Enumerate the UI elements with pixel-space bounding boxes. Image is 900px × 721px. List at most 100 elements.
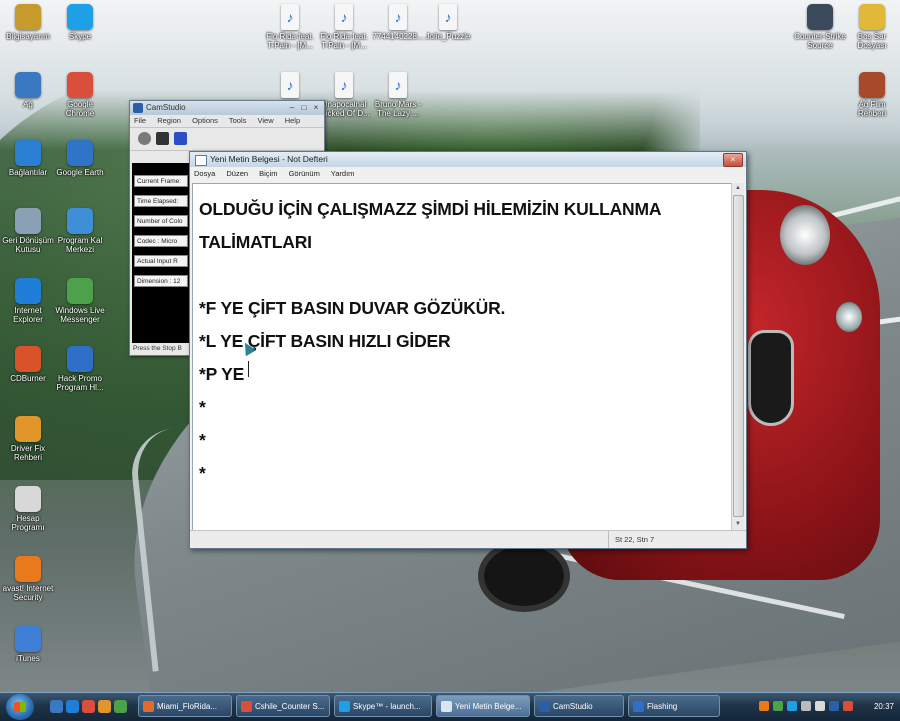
computer-icon <box>15 4 41 30</box>
desktop-icon[interactable]: Ağ <box>0 72 56 109</box>
camstudio-actual-input-rate: Actual Input R <box>134 255 188 267</box>
text-line: TALİMATLARI <box>199 232 312 252</box>
taskbar-button[interactable]: Flashing <box>628 695 720 717</box>
notepad-menubar: Dosya Düzen Biçim Görünüm Yardım <box>190 167 746 181</box>
camstudio-tray-icon[interactable] <box>829 701 839 711</box>
notepad-titlebar[interactable]: Yeni Metin Belgesi - Not Defteri × <box>190 152 746 167</box>
camstudio-time-elapsed: Time Elapsed: <box>134 195 188 207</box>
desktop-icon[interactable]: Bilgisayarım <box>0 4 56 41</box>
desktop-icon-label: Geri Dönüşüm Kutusu <box>2 236 54 254</box>
desktop-icon[interactable]: ♪ Bruno Mars - The Lazy ... <box>370 72 426 118</box>
desktop-icon[interactable]: Hesap Programı <box>0 486 56 532</box>
media-quicklaunch-icon[interactable] <box>98 700 111 713</box>
menu-options[interactable]: Options <box>192 116 218 125</box>
desktop-icon[interactable]: Driver Fix Rehberi <box>0 416 56 462</box>
audio-file-icon: ♪ <box>389 4 407 30</box>
scroll-up-icon[interactable]: ▲ <box>732 183 744 194</box>
desktop-icon-label: avast! Internet Security <box>2 584 54 602</box>
scroll-thumb[interactable] <box>733 195 744 517</box>
desktop-icon-label: iTunes <box>16 654 40 663</box>
notepad-window[interactable]: Yeni Metin Belgesi - Not Defteri × Dosya… <box>189 151 747 549</box>
text-line: * <box>199 430 206 450</box>
menu-yardim[interactable]: Yardım <box>331 169 355 178</box>
notepad-vertical-scrollbar[interactable]: ▲ ▼ <box>731 183 744 530</box>
pause-icon[interactable] <box>156 132 169 145</box>
audio-file-icon: ♪ <box>335 4 353 30</box>
desktop-icon[interactable]: ♪ 7744140228... <box>370 4 426 41</box>
menu-tools[interactable]: Tools <box>229 116 247 125</box>
desktop-icon-label: Flo Rida feat. T-Pain - [M... <box>266 32 314 50</box>
record-icon[interactable] <box>138 132 151 145</box>
menu-view[interactable]: View <box>257 116 273 125</box>
desktop-icon-label: Windows Live Messenger <box>55 306 105 324</box>
chrome-icon <box>241 701 252 712</box>
menu-duzen[interactable]: Düzen <box>226 169 248 178</box>
close-button[interactable]: × <box>723 153 743 167</box>
notepad-text-area[interactable]: OLDUĞU İÇİN ÇALIŞMAZZ ŞİMDİ HİLEMİZİN KU… <box>192 183 733 532</box>
desktop-icon[interactable]: Bağlantılar <box>0 140 56 177</box>
taskbar-button[interactable]: CamStudio <box>534 695 624 717</box>
menu-file[interactable]: File <box>134 116 146 125</box>
menu-region[interactable]: Region <box>157 116 181 125</box>
menu-help[interactable]: Help <box>285 116 300 125</box>
volume-tray-icon[interactable] <box>815 701 825 711</box>
desktop-icon[interactable]: Geri Dönüşüm Kutusu <box>0 208 56 254</box>
close-button[interactable]: × <box>310 102 322 113</box>
desktop-icon[interactable]: iTunes <box>0 626 56 663</box>
desktop-icon[interactable]: Hack Promo Program Hl... <box>52 346 108 392</box>
menu-gorunum[interactable]: Görünüm <box>289 169 320 178</box>
desktop-icon[interactable]: Program Kal Merkezi <box>52 208 108 254</box>
skype-icon <box>67 4 93 30</box>
desktop-icon[interactable]: Counter-Strike Source <box>792 4 848 50</box>
desktop-icon[interactable]: avast! Internet Security <box>0 556 56 602</box>
maximize-button[interactable]: □ <box>298 102 310 113</box>
desktop-icon[interactable]: Google Earth <box>52 140 108 177</box>
stop-icon[interactable] <box>174 132 187 145</box>
desktop-icon-label: Hesap Programı <box>11 514 45 532</box>
desktop-icon[interactable]: ♪ Jolie_Puzzle <box>420 4 476 41</box>
messenger-tray-icon[interactable] <box>773 701 783 711</box>
audio-file-icon: ♪ <box>281 72 299 98</box>
desktop-icon[interactable]: Internet Explorer <box>0 278 56 324</box>
hack-icon <box>67 346 93 372</box>
program-icon <box>67 208 93 234</box>
taskbar-button[interactable]: Cshile_Counter S... <box>236 695 330 717</box>
menu-bicim[interactable]: Biçim <box>259 169 277 178</box>
menu-dosya[interactable]: Dosya <box>194 169 215 178</box>
minimize-button[interactable]: – <box>286 102 298 113</box>
taskbar-button[interactable]: Yeni Metin Belge... <box>436 695 530 717</box>
network-tray-icon[interactable] <box>801 701 811 711</box>
desktop-icon-label: Ağ Film Rehberi <box>857 100 886 118</box>
desktop-icon[interactable]: ♪ Flo Rida feat. T-Pain - [M... <box>262 4 318 50</box>
chrome-quicklaunch-icon[interactable] <box>82 700 95 713</box>
taskbar-button[interactable]: Miami_FloRida... <box>138 695 232 717</box>
desktop-icon[interactable]: Boş Sar Dosyası <box>844 4 900 50</box>
messenger-quicklaunch-icon[interactable] <box>114 700 127 713</box>
desktop-icon[interactable]: Google Chrome <box>52 72 108 118</box>
desktop-icon[interactable]: Windows Live Messenger <box>52 278 108 324</box>
taskbar-button[interactable]: Skype™ - launch... <box>334 695 432 717</box>
skype-tray-icon[interactable] <box>787 701 797 711</box>
show-desktop-icon[interactable] <box>50 700 63 713</box>
desktop-icon[interactable]: ♪ <box>262 72 318 100</box>
desktop-icon-label: Counter-Strike Source <box>794 32 846 50</box>
cdburner-icon <box>15 346 41 372</box>
desktop-icon[interactable]: CDBurner <box>0 346 56 383</box>
avast-tray-icon[interactable] <box>759 701 769 711</box>
desktop-icon[interactable]: Ağ Film Rehberi <box>844 72 900 118</box>
calculator-icon <box>15 486 41 512</box>
flag-tray-icon[interactable] <box>843 701 853 711</box>
notepad-statusbar: St 22, Stn 7 <box>190 530 746 548</box>
desktop-icon[interactable]: Skype <box>52 4 108 41</box>
taskbar-clock[interactable]: 20:37 <box>874 693 894 721</box>
cursor-position: St 22, Stn 7 <box>608 531 654 548</box>
desktop-icon[interactable]: ♪ Flo Rida feat. T-Pain - [M... <box>316 4 372 50</box>
camstudio-titlebar[interactable]: CamStudio – □ × <box>130 101 324 115</box>
ie-quicklaunch-icon[interactable] <box>66 700 79 713</box>
audio-file-icon: ♪ <box>389 72 407 98</box>
scroll-down-icon[interactable]: ▼ <box>732 519 744 530</box>
desktop-icon-label: Bruno Mars - The Lazy ... <box>374 100 422 118</box>
text-line: *F YE ÇİFT BASIN DUVAR GÖZÜKÜR. <box>199 298 506 318</box>
desktop-icon-label: Jolie_Puzzle <box>425 32 471 41</box>
text-line: * <box>199 397 206 417</box>
